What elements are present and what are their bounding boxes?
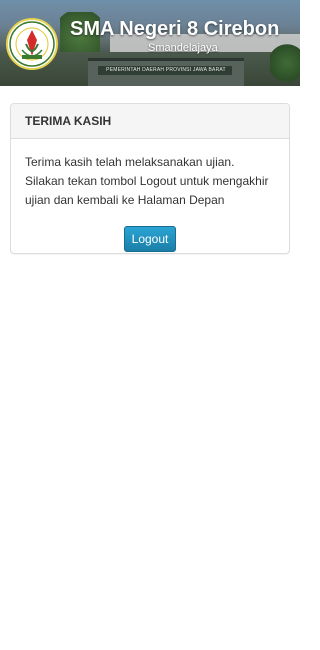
completion-message: Terima kasih telah melaksanakan ujian. S…	[25, 155, 269, 207]
background-sign-text: PEMERINTAH DAERAH PROVINSI JAWA BARAT	[106, 67, 226, 73]
site-subtitle: Smandelajaya	[148, 42, 218, 54]
logout-button[interactable]: Logout	[124, 226, 176, 252]
thank-you-panel: TERIMA KASIH Terima kasih telah melaksan…	[10, 103, 290, 254]
background-tree	[270, 40, 300, 86]
panel-body: Terima kasih telah melaksanakan ujian. S…	[11, 139, 289, 252]
panel-title: TERIMA KASIH	[25, 114, 112, 128]
panel-heading: TERIMA KASIH	[11, 104, 289, 139]
button-container: Logout	[25, 226, 275, 252]
site-title: SMA Negeri 8 Cirebon	[70, 18, 280, 40]
school-emblem-graphic	[9, 21, 55, 67]
header-banner: PEMERINTAH DAERAH PROVINSI JAWA BARAT SM…	[0, 0, 300, 86]
school-emblem-icon	[6, 18, 58, 70]
